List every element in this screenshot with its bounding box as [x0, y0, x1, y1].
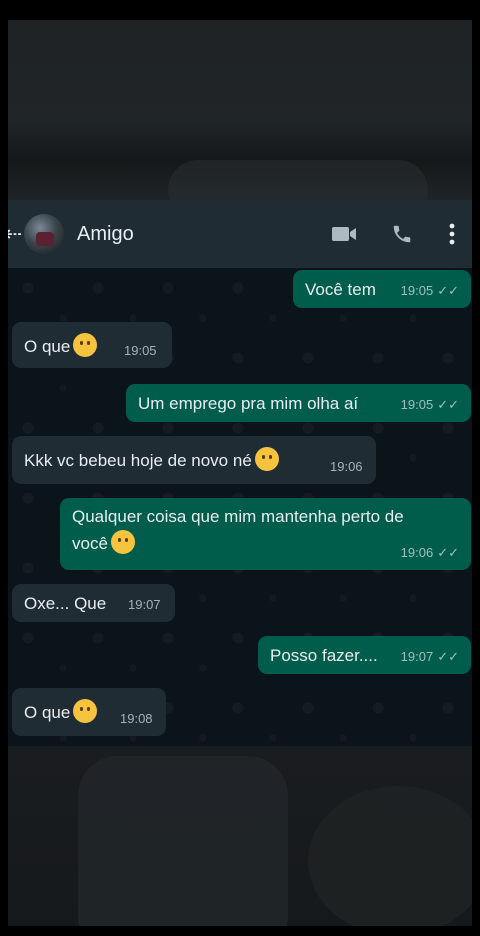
message-bubble-incoming[interactable]: O que 19:08 — [12, 688, 166, 736]
message-bubble-incoming[interactable]: Oxe... Que 19:07 — [12, 584, 175, 622]
message-text: Posso fazer.... — [270, 646, 378, 665]
message-time: 19:05 — [400, 397, 434, 412]
avatar[interactable] — [24, 214, 64, 254]
double-check-icon: ✓✓ — [437, 649, 459, 664]
message-time: 19:05 — [400, 283, 434, 298]
message-time: 19:07 — [128, 597, 161, 612]
thinking-face-emoji — [73, 699, 98, 723]
more-vert-icon[interactable] — [434, 216, 470, 252]
message-text-line1: Qualquer coisa que mim mantenha perto de — [72, 507, 404, 526]
thinking-face-emoji — [73, 333, 98, 357]
chat-header: ⇠ Amigo — [8, 200, 472, 268]
blurred-background-bottom — [8, 746, 472, 926]
double-check-icon: ✓✓ — [437, 397, 459, 412]
phone-icon[interactable] — [384, 216, 420, 252]
message-time: 19:07 — [400, 649, 434, 664]
double-check-icon: ✓✓ — [437, 283, 459, 298]
message-text: Um emprego pra mim olha aí — [138, 394, 359, 413]
message-time: 19:06 — [400, 545, 434, 560]
message-text: Você tem — [305, 280, 376, 299]
message-time: 19:06 — [330, 459, 363, 474]
message-text: Oxe... Que — [24, 594, 107, 613]
message-text: Kkk vc bebeu hoje de novo né — [24, 451, 252, 470]
laughing-tears-emoji — [254, 447, 279, 471]
blurred-background-top — [8, 20, 472, 220]
message-text: O que — [24, 703, 71, 722]
message-bubble-incoming[interactable]: O que 19:05 — [12, 322, 172, 368]
video-call-icon[interactable] — [326, 216, 362, 252]
message-bubble-outgoing[interactable]: Você tem 19:05 ✓✓ — [293, 270, 471, 308]
message-time: 19:05 — [124, 343, 157, 358]
message-bubble-outgoing[interactable]: Um emprego pra mim olha aí 19:05 ✓✓ — [126, 384, 471, 422]
chat-area[interactable]: Você tem 19:05 ✓✓ O que 19:05 Um emprego … — [8, 268, 472, 746]
message-bubble-incoming[interactable]: Kkk vc bebeu hoje de novo né 19:06 — [12, 436, 376, 484]
pleading-face-emoji — [110, 530, 135, 554]
double-check-icon: ✓✓ — [437, 545, 459, 560]
message-text-line2: você — [72, 534, 108, 553]
message-text: O que — [24, 337, 71, 356]
phone-screen: ⇠ Amigo Você tem 19:05 ✓✓ O que 19:05 Um … — [8, 20, 472, 926]
message-bubble-outgoing[interactable]: Qualquer coisa que mim mantenha perto de… — [60, 498, 471, 570]
back-arrow-icon[interactable]: ⇠ — [8, 219, 22, 249]
message-time: 19:08 — [120, 711, 153, 726]
message-bubble-outgoing[interactable]: Posso fazer.... 19:07 ✓✓ — [258, 636, 471, 674]
contact-name[interactable]: Amigo — [77, 223, 326, 246]
